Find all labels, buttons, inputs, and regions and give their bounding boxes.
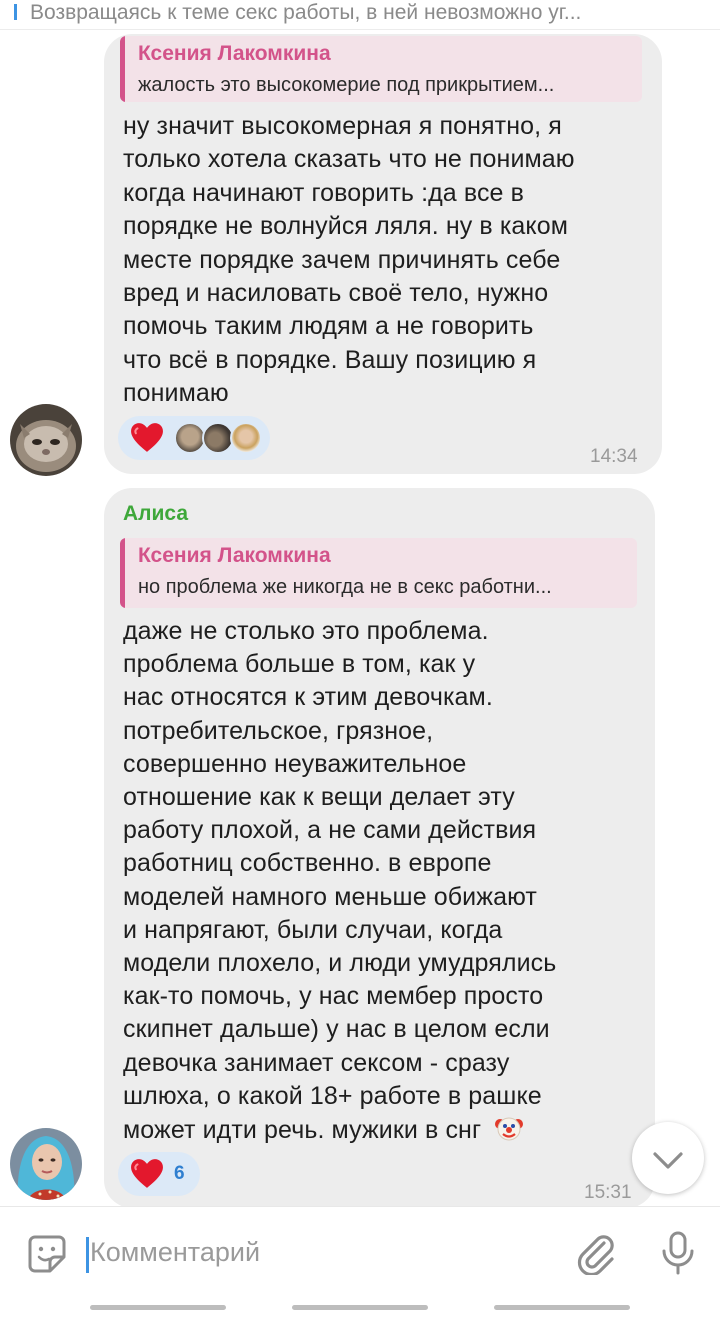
reply-author: Ксения Лакомкина — [138, 544, 331, 567]
message-line-text: может идти речь. мужики в снг — [123, 1116, 482, 1145]
reply-accent-bar — [120, 36, 125, 102]
pinned-accent-bar — [14, 4, 17, 20]
cat-avatar-image — [10, 404, 82, 476]
reply-accent-bar — [120, 538, 125, 608]
scroll-to-bottom-button[interactable] — [632, 1122, 704, 1194]
message-time: 15:31 — [584, 1182, 632, 1203]
message-line: ну значит высокомерная я понятно, я — [123, 112, 562, 140]
message-line: скипнет дальше) у нас в целом если — [123, 1015, 550, 1044]
nav-back-button[interactable] — [494, 1305, 630, 1310]
message-text: ну значит высокомерная я понятно, я толь… — [123, 110, 575, 411]
message-line: отношение как к вещи делает эту — [123, 783, 515, 812]
message-line: месте порядке зачем причинять себе — [123, 245, 561, 274]
microphone-icon[interactable] — [658, 1229, 698, 1277]
message-line: может идти речь. мужики в снг — [123, 1113, 556, 1147]
message-line: вред и насиловать своё тело, нужно — [123, 279, 549, 308]
pinned-message-text: Возвращаясь к теме секс работы, в ней не… — [30, 1, 582, 24]
comment-composer: Комментарий — [0, 1206, 720, 1298]
message-line: работниц собственно. в европе — [123, 849, 492, 878]
nav-recents-button[interactable] — [90, 1305, 226, 1310]
heart-icon — [131, 423, 163, 452]
message-time: 14:34 — [590, 446, 638, 467]
message-line: как-то помочь, у нас мембер просто — [123, 982, 544, 1011]
message-line: и напрягают, были случаи, когда — [123, 915, 503, 944]
clown-face-icon — [495, 1117, 524, 1141]
reply-snippet: жалость это высокомерие под прикрытием..… — [138, 74, 555, 96]
pinned-message-bar[interactable]: Возвращаясь к теме секс работы, в ней не… — [0, 0, 720, 30]
message-line: понимаю — [123, 379, 229, 408]
message-line: моделей намного меньше обижают — [123, 882, 537, 911]
reaction-count: 6 — [174, 1163, 185, 1184]
reply-snippet: но проблема же никогда не в секс работни… — [138, 576, 552, 598]
message-line: проблема больше в том, как у — [123, 650, 476, 679]
message-line: даже не столько это проблема. — [123, 617, 489, 645]
reply-author: Ксения Лакомкина — [138, 42, 331, 65]
message-line: модели плохело, и люди умудрялись — [123, 949, 557, 978]
message-line: когда начинают говорить :да все в — [123, 178, 524, 207]
message-line: помочь таким людям а не говорить — [123, 312, 534, 341]
woman-avatar-image — [10, 1128, 82, 1200]
sticker-icon[interactable] — [26, 1233, 68, 1275]
reaction-chip[interactable]: 6 — [118, 1152, 200, 1196]
sender-avatar[interactable] — [10, 1128, 82, 1200]
reply-quote[interactable]: Ксения Лакомкина жалость это высокомерие… — [120, 36, 642, 102]
nav-home-button[interactable] — [292, 1305, 428, 1310]
chevron-down-icon — [653, 1152, 683, 1169]
heart-icon — [131, 1159, 163, 1188]
message-line: девочка занимает сексом - сразу — [123, 1048, 510, 1077]
message-line: работу плохой, а не сами действия — [123, 816, 537, 845]
sender-avatar[interactable] — [10, 404, 82, 476]
reply-quote[interactable]: Ксения Лакомкина но проблема же никогда … — [120, 538, 637, 608]
message-line: нас относятся к этим девочкам. — [123, 683, 493, 712]
comment-input[interactable]: Комментарий — [90, 1237, 260, 1268]
message-line: только хотела сказать что не понимаю — [123, 145, 575, 174]
paperclip-icon[interactable] — [574, 1231, 618, 1275]
message-line: шлюха, о какой 18+ работе в рашке — [123, 1081, 542, 1110]
text-cursor — [86, 1237, 89, 1273]
message-line: потребительское, грязное, — [123, 716, 434, 745]
reaction-chip[interactable] — [118, 416, 270, 460]
message-line: совершенно неуважительное — [123, 749, 467, 778]
sender-name[interactable]: Алиса — [123, 502, 188, 526]
message-text: даже не столько это проблема. проблема б… — [123, 615, 556, 1147]
system-nav-bar — [0, 1298, 720, 1320]
message-line: порядке не волнуйся ляля. ну в каком — [123, 212, 569, 241]
message-line: что всё в порядке. Вашу позицию я — [123, 345, 537, 374]
woman-avatar-small — [230, 422, 262, 454]
